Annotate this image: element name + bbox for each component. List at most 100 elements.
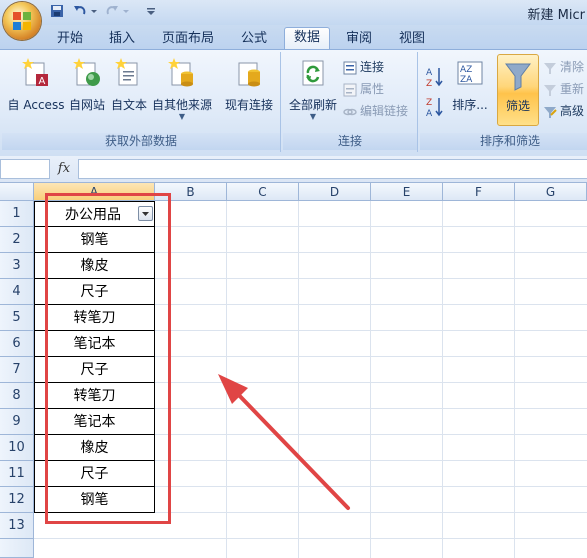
from-other-sources-label: 自其他来源 [151, 98, 212, 112]
row-header[interactable]: 11 [0, 461, 34, 487]
sort-ascending-button[interactable]: AZ [426, 66, 447, 89]
gridline [226, 201, 227, 558]
advanced-filter-button[interactable]: 高级 [543, 102, 584, 120]
column-header-a[interactable]: A [34, 183, 155, 201]
cell-a2[interactable]: 钢笔 [34, 227, 155, 253]
cell-a9[interactable]: 笔记本 [34, 409, 155, 435]
group-label-sort-filter: 排序和筛选 [420, 133, 587, 150]
function-icon[interactable]: fx [54, 159, 74, 179]
undo-icon[interactable] [72, 4, 88, 20]
properties-icon [343, 83, 357, 97]
cell-a10[interactable]: 橡皮 [34, 435, 155, 461]
refresh-icon [302, 60, 324, 86]
cell-a3[interactable]: 橡皮 [34, 253, 155, 279]
row-header[interactable]: 13 [0, 513, 34, 539]
row-header[interactable]: 5 [0, 305, 34, 331]
from-access-button[interactable]: A 自 Access [6, 54, 66, 124]
cell-a8[interactable]: 转笔刀 [34, 383, 155, 409]
redo-icon[interactable] [104, 4, 120, 20]
office-button[interactable] [3, 2, 41, 40]
gridline [370, 201, 371, 558]
cell-a1[interactable]: 办公用品 [34, 201, 155, 227]
connections-button[interactable]: 连接 [343, 58, 384, 76]
cell-a6[interactable]: 笔记本 [34, 331, 155, 357]
column-header-g[interactable]: G [515, 183, 587, 201]
row-header[interactable] [0, 539, 34, 558]
row-header[interactable]: 12 [0, 487, 34, 513]
column-header-d[interactable]: D [299, 183, 371, 201]
cell-a5[interactable]: 转笔刀 [34, 305, 155, 331]
svg-text:ZA: ZA [460, 75, 473, 85]
from-text-button[interactable]: 自文本 [108, 54, 150, 124]
row-header[interactable]: 2 [0, 227, 34, 253]
sort-button[interactable]: AZ ZA 排序... [450, 54, 490, 124]
select-all-corner[interactable] [0, 183, 34, 201]
filter-dropdown-button[interactable] [138, 206, 153, 221]
redo-dropdown-icon[interactable] [122, 4, 130, 20]
gridline [298, 201, 299, 558]
customize-qat-icon[interactable] [146, 4, 156, 20]
from-web-label: 自网站 [68, 98, 105, 112]
undo-dropdown-icon[interactable] [90, 4, 98, 20]
save-icon[interactable] [49, 4, 65, 20]
column-header-f[interactable]: F [443, 183, 515, 201]
sort-za-icon: ZA [426, 96, 444, 119]
from-web-button[interactable]: 自网站 [66, 54, 108, 124]
worksheet-grid[interactable]: A B C D E F G 1 2 3 4 5 6 7 8 9 10 11 12… [0, 183, 587, 558]
existing-connections-icon [238, 62, 260, 87]
column-header-e[interactable]: E [371, 183, 443, 201]
cell-a12[interactable]: 钢笔 [34, 487, 155, 513]
existing-connections-button[interactable]: 现有连接 [222, 54, 276, 124]
properties-button[interactable]: 属性 [343, 80, 384, 98]
reapply-icon [543, 83, 557, 97]
edit-links-button[interactable]: 编辑链接 [343, 102, 408, 120]
name-box[interactable] [0, 159, 50, 179]
svg-text:A: A [426, 68, 433, 78]
tab-home[interactable]: 开始 [48, 29, 92, 49]
formula-input[interactable] [78, 159, 587, 179]
link-icon [343, 105, 357, 119]
tab-view[interactable]: 视图 [390, 29, 434, 49]
row-header[interactable]: 1 [0, 201, 34, 227]
refresh-all-button[interactable]: 全部刷新 ▼ [285, 54, 341, 124]
database-icon [168, 58, 193, 87]
refresh-all-label: 全部刷新 [288, 98, 337, 112]
group-label-get-external-data: 获取外部数据 [2, 133, 280, 150]
funnel-icon [505, 63, 531, 91]
tab-page-layout[interactable]: 页面布局 [156, 29, 220, 49]
gridline [34, 538, 587, 539]
reapply-button[interactable]: 重新 [543, 80, 584, 98]
sort-dialog-icon: AZ ZA [457, 61, 483, 85]
chevron-down-icon: ▼ [178, 112, 186, 121]
row-header[interactable]: 9 [0, 409, 34, 435]
chevron-down-icon [142, 212, 149, 216]
column-header-c[interactable]: C [227, 183, 299, 201]
web-icon [73, 58, 100, 86]
row-header[interactable]: 8 [0, 383, 34, 409]
sort-descending-button[interactable]: ZA [426, 96, 447, 119]
cell-a4[interactable]: 尺子 [34, 279, 155, 305]
column-header-b[interactable]: B [155, 183, 227, 201]
filter-button[interactable]: 筛选 [497, 54, 539, 126]
row-header[interactable]: 7 [0, 357, 34, 383]
ribbon-tab-bar: 开始 插入 页面布局 公式 数据 审阅 视图 [0, 25, 587, 50]
gridline [442, 201, 443, 558]
cell-a11[interactable]: 尺子 [34, 461, 155, 487]
tab-formulas[interactable]: 公式 [232, 29, 276, 49]
row-header[interactable]: 6 [0, 331, 34, 357]
svg-text:A: A [39, 76, 46, 87]
group-label-connections: 连接 [283, 133, 417, 150]
clear-filter-button[interactable]: 清除 [543, 58, 584, 76]
svg-text:A: A [426, 109, 433, 118]
tab-review[interactable]: 审阅 [337, 29, 381, 49]
from-other-sources-button[interactable]: 自其他来源 ▼ [150, 54, 214, 124]
row-header[interactable]: 3 [0, 253, 34, 279]
from-access-label: 自 Access [7, 98, 65, 112]
tab-data[interactable]: 数据 [284, 27, 330, 50]
cell-a7[interactable]: 尺子 [34, 357, 155, 383]
tab-insert[interactable]: 插入 [100, 29, 144, 49]
ribbon: A 自 Access 自网站 自文本 自其他来源 ▼ 现有连接 获取外部数据 全… [0, 49, 587, 157]
filter-label: 筛选 [505, 99, 530, 113]
row-header[interactable]: 4 [0, 279, 34, 305]
row-header[interactable]: 10 [0, 435, 34, 461]
